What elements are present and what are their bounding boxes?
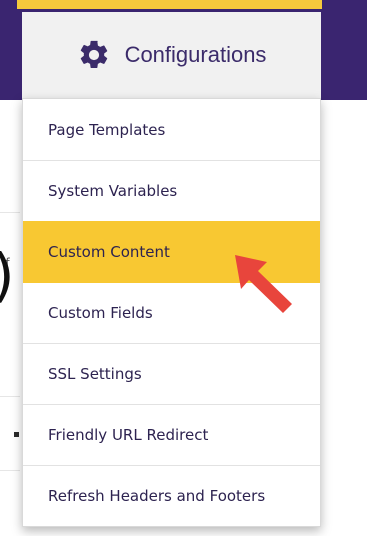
header-accent-strip — [17, 0, 322, 9]
background-divider — [0, 396, 20, 397]
menu-item-page-templates[interactable]: Page Templates — [23, 99, 320, 161]
background-divider — [0, 470, 20, 471]
menu-item-system-variables[interactable]: System Variables — [23, 160, 320, 222]
background-divider — [0, 212, 20, 213]
menu-item-friendly-url-redirect[interactable]: Friendly URL Redirect — [23, 404, 320, 466]
gear-icon — [77, 38, 111, 72]
menu-item-ssl-settings[interactable]: SSL Settings — [23, 343, 320, 405]
configurations-button[interactable]: Configurations — [22, 12, 321, 98]
background-bullet — [14, 432, 19, 437]
configurations-label: Configurations — [124, 42, 267, 67]
menu-item-refresh-headers-and-footers[interactable]: Refresh Headers and Footers — [23, 465, 320, 527]
pointer-arrow-icon — [235, 255, 292, 313]
background-glyph: ) — [0, 246, 15, 304]
